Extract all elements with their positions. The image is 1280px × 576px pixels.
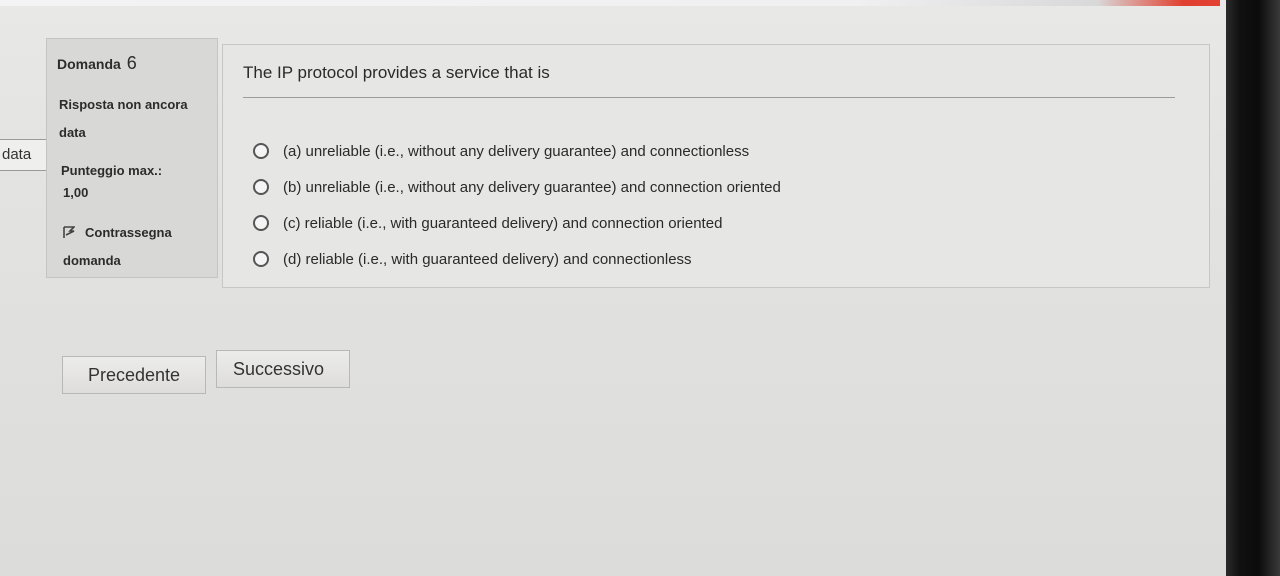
next-button-label: Successivo bbox=[233, 358, 325, 379]
question-number: 6 bbox=[126, 53, 137, 73]
answer-option-a[interactable]: (a) unreliable (i.e., without any delive… bbox=[253, 133, 781, 169]
side-tab-label: data bbox=[2, 146, 32, 163]
browser-top-strip bbox=[0, 0, 1220, 6]
answer-option-d[interactable]: (d) reliable (i.e., with guaranteed deli… bbox=[253, 241, 781, 277]
max-grade-label: Punteggio max.: bbox=[61, 163, 163, 178]
next-button[interactable]: Successivo bbox=[216, 350, 350, 388]
flag-question-label: Contrassegna domanda bbox=[63, 225, 172, 268]
radio-button-b[interactable] bbox=[253, 179, 269, 195]
question-text: The IP protocol provides a service that … bbox=[243, 63, 550, 82]
previous-button[interactable]: Precedente bbox=[62, 356, 206, 394]
radio-button-c[interactable] bbox=[253, 215, 269, 231]
question-divider bbox=[243, 97, 1175, 98]
answer-label-d: (d) reliable (i.e., with guaranteed deli… bbox=[283, 250, 692, 268]
side-tab[interactable]: data bbox=[0, 139, 48, 171]
answer-option-b[interactable]: (b) unreliable (i.e., without any delive… bbox=[253, 169, 781, 205]
question-box: The IP protocol provides a service that … bbox=[222, 44, 1210, 288]
previous-button-label: Precedente bbox=[87, 364, 181, 385]
answer-label-b: (b) unreliable (i.e., without any delive… bbox=[283, 178, 781, 196]
max-grade-value: 1,00 bbox=[63, 185, 89, 200]
answer-options: (a) unreliable (i.e., without any delive… bbox=[253, 133, 781, 277]
answer-label-c: (c) reliable (i.e., with guaranteed deli… bbox=[283, 214, 723, 232]
flag-icon bbox=[63, 220, 76, 238]
answer-status: Risposta non ancora data bbox=[59, 97, 188, 140]
monitor-bezel bbox=[1226, 0, 1280, 576]
radio-button-a[interactable] bbox=[253, 143, 269, 159]
question-label: Domanda bbox=[57, 56, 121, 72]
answer-label-a: (a) unreliable (i.e., without any delive… bbox=[283, 142, 750, 160]
question-info-panel: Domanda 6 Risposta non ancora data Punte… bbox=[46, 38, 218, 278]
radio-button-d[interactable] bbox=[253, 251, 269, 267]
answer-option-c[interactable]: (c) reliable (i.e., with guaranteed deli… bbox=[253, 205, 781, 241]
question-number-row: Domanda 6 bbox=[57, 53, 137, 74]
flag-question-link[interactable]: Contrassegna domanda bbox=[63, 219, 213, 275]
